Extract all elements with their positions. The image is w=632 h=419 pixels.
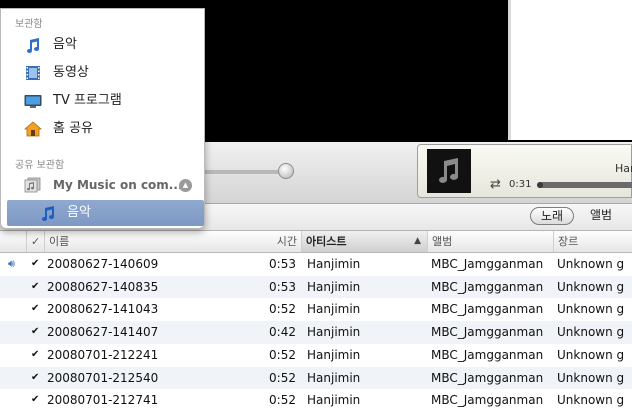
song-genre: Unknown g bbox=[557, 279, 625, 294]
menu-item-label: 음악 bbox=[67, 205, 91, 220]
song-genre: Unknown g bbox=[557, 302, 625, 317]
song-time: 0:52 bbox=[269, 302, 296, 317]
volume-knob[interactable] bbox=[278, 163, 294, 179]
menu-item-home-sharing[interactable]: 홈 공유 bbox=[1, 115, 204, 143]
album-artwork[interactable] bbox=[427, 149, 471, 193]
song-time: 0:52 bbox=[269, 347, 296, 362]
song-list: 🔊︎ ✔ 20080627-140609 0:53 Hanjimin MBC_Jamgga… bbox=[0, 253, 632, 419]
menu-item-shared-library[interactable]: My Music on com... ▲ bbox=[1, 171, 204, 199]
right-panel bbox=[508, 0, 632, 140]
table-row[interactable]: ✔ 20080627-141407 0:42 Hanjimin MBC_Jamgganm… bbox=[0, 321, 632, 344]
table-row[interactable]: ✔ 20080627-140835 0:53 Hanjimin MBC_Jamgganm… bbox=[0, 275, 632, 299]
song-name: 20080627-140835 bbox=[47, 279, 159, 294]
menu-item-label: 음악 bbox=[53, 37, 77, 52]
song-artist: Hanjimin bbox=[307, 279, 361, 294]
song-time: 0:42 bbox=[269, 325, 296, 340]
song-genre: Unknown g bbox=[557, 325, 625, 340]
column-header-album[interactable]: 앨범 bbox=[427, 231, 553, 252]
library-header: 보관함 bbox=[15, 19, 43, 30]
home-icon bbox=[24, 121, 42, 137]
row-checkbox[interactable]: ✔ bbox=[31, 367, 41, 390]
song-album: MBC_Jamgganman bbox=[431, 279, 544, 294]
song-genre: Unknown g bbox=[557, 257, 625, 271]
song-name: 20080701-212241 bbox=[47, 347, 159, 362]
song-artist: Hanjimin bbox=[307, 347, 361, 362]
table-row[interactable]: ✔ 20080701-212741 0:52 Hanjimin MBC_Jamgganm… bbox=[0, 389, 632, 412]
shared-library-icon bbox=[24, 177, 41, 193]
table-row[interactable]: ✔ 20080627-141043 0:52 Hanjimin MBC_Jamgganm… bbox=[0, 298, 632, 321]
song-time: 0:53 bbox=[269, 279, 296, 294]
song-time: 0:53 bbox=[269, 257, 296, 271]
song-album: MBC_Jamgganman bbox=[431, 393, 544, 408]
row-checkbox[interactable]: ✔ bbox=[31, 389, 41, 412]
row-checkbox[interactable]: ✔ bbox=[31, 344, 41, 367]
column-header-artist-label: 아티스트 bbox=[306, 235, 347, 248]
song-artist: Hanjimin bbox=[307, 370, 361, 385]
repeat-icon[interactable]: ⇄ bbox=[490, 177, 501, 192]
song-album: MBC_Jamgganman bbox=[431, 370, 544, 385]
song-genre: Unknown g bbox=[557, 370, 625, 385]
table-header: ✓ 이름 시간 아티스트 ▲ 앨범 장르 bbox=[0, 231, 632, 253]
songs-view-button[interactable]: 노래 bbox=[530, 207, 574, 225]
song-album: MBC_Jamgganman bbox=[431, 325, 544, 340]
table-row[interactable]: ✔ 20080701-212540 0:52 Hanjimin MBC_Jamgganm… bbox=[0, 366, 632, 390]
sort-ascending-icon: ▲ bbox=[414, 236, 421, 246]
progress-bar[interactable] bbox=[537, 182, 632, 188]
menu-item-shared-music[interactable]: 음악 bbox=[7, 200, 204, 226]
menu-item-label: 동영상 bbox=[53, 65, 89, 80]
eject-icon[interactable]: ▲ bbox=[179, 179, 192, 192]
song-name: 20080627-140609 bbox=[47, 257, 159, 271]
menu-item-label: My Music on com... bbox=[53, 178, 183, 192]
song-name: 20080701-212540 bbox=[47, 370, 159, 385]
song-album: MBC_Jamgganman bbox=[431, 347, 544, 362]
menu-item-label: 홈 공유 bbox=[53, 121, 94, 136]
menu-item-music[interactable]: 음악 bbox=[1, 31, 204, 59]
column-header-artist[interactable]: 아티스트 ▲ bbox=[301, 231, 427, 252]
column-header-check[interactable]: ✓ bbox=[26, 231, 45, 252]
song-time: 0:52 bbox=[269, 370, 296, 385]
song-artist: Hanjimin bbox=[307, 325, 361, 340]
table-row[interactable]: 🔊︎ ✔ 20080627-140609 0:53 Hanjimin MBC_Jamgga… bbox=[0, 253, 632, 276]
film-icon bbox=[26, 66, 40, 80]
row-checkbox[interactable]: ✔ bbox=[31, 298, 41, 321]
song-genre: Unknown g bbox=[557, 393, 625, 408]
music-note-icon bbox=[42, 206, 54, 221]
albums-view-button[interactable]: 앨범 bbox=[590, 207, 612, 223]
column-header-time[interactable]: 시간 bbox=[262, 231, 301, 252]
column-header-genre[interactable]: 장르 bbox=[553, 231, 632, 252]
progress-fill bbox=[537, 182, 543, 188]
song-time: 0:52 bbox=[269, 393, 296, 408]
menu-item-movies[interactable]: 동영상 bbox=[1, 59, 204, 87]
song-name: 20080627-141407 bbox=[47, 325, 159, 340]
row-checkbox[interactable]: ✔ bbox=[31, 276, 41, 299]
song-artist: Hanjimin bbox=[307, 257, 361, 271]
speaker-icon: 🔊︎ bbox=[8, 257, 15, 270]
table-row[interactable]: ✔ 20080701-212241 0:52 Hanjimin MBC_Jamgganm… bbox=[0, 344, 632, 367]
song-name: 20080701-212741 bbox=[47, 393, 159, 408]
song-artist: Hanjimin bbox=[307, 393, 361, 408]
music-note-icon bbox=[27, 38, 39, 53]
song-name: 20080627-141043 bbox=[47, 302, 159, 317]
elapsed-time: 0:31 bbox=[509, 179, 532, 190]
song-genre: Unknown g bbox=[557, 347, 625, 362]
row-checkbox[interactable]: ✔ bbox=[31, 253, 41, 276]
song-artist: Hanjimin bbox=[307, 302, 361, 317]
tv-icon bbox=[24, 95, 42, 108]
song-album: MBC_Jamgganman bbox=[431, 257, 544, 271]
library-source-menu: 보관함 음악 동영상 TV 프로그램 홈 공유 공유 보관함 My Music … bbox=[0, 8, 205, 229]
music-note-icon bbox=[439, 158, 458, 183]
menu-item-tv-shows[interactable]: TV 프로그램 bbox=[1, 87, 204, 115]
shared-library-header: 공유 보관함 bbox=[15, 160, 65, 171]
now-playing-title: Har bbox=[615, 162, 632, 175]
song-album: MBC_Jamgganman bbox=[431, 302, 544, 317]
menu-item-label: TV 프로그램 bbox=[53, 93, 122, 108]
row-checkbox[interactable]: ✔ bbox=[31, 321, 41, 344]
